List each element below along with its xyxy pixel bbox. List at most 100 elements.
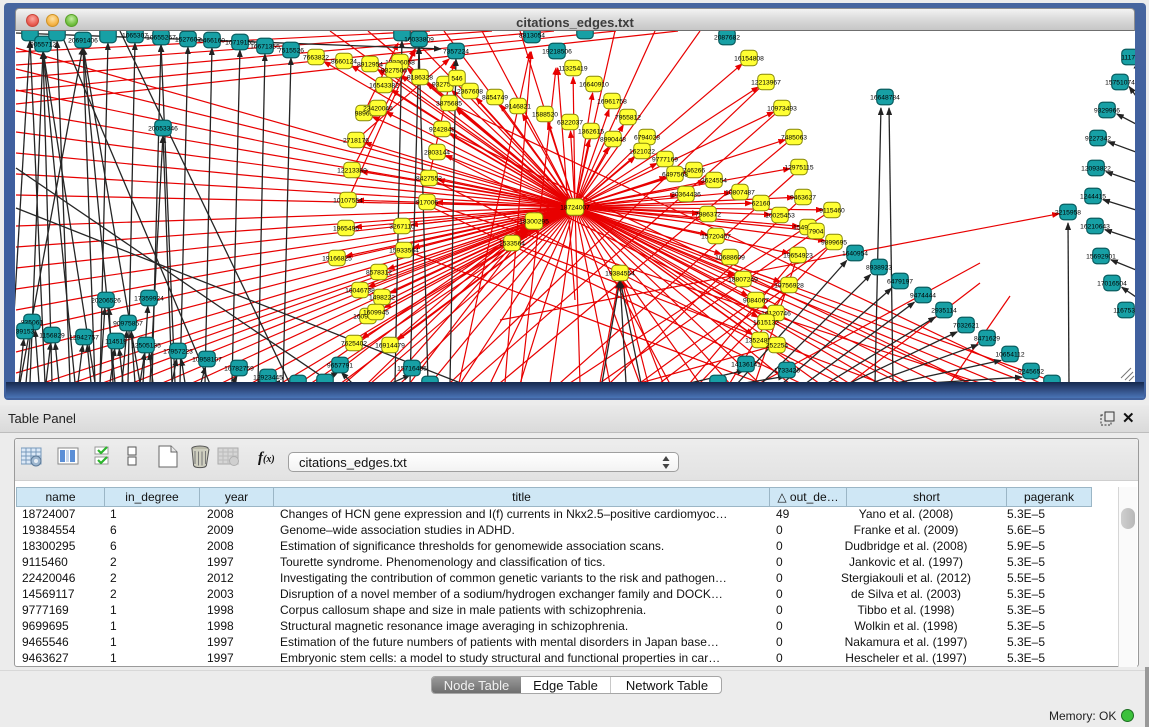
svg-text:18724007: 18724007	[560, 204, 590, 211]
svg-text:10107554: 10107554	[333, 197, 363, 204]
svg-text:12923445: 12923445	[253, 374, 283, 381]
svg-text:8427552: 8427552	[416, 175, 442, 182]
svg-text:10654112: 10654112	[995, 351, 1025, 358]
svg-text:12213389: 12213389	[337, 167, 367, 174]
svg-text:6479197: 6479197	[887, 278, 913, 285]
svg-text:16961758: 16961758	[597, 98, 627, 105]
svg-text:9242848: 9242848	[429, 126, 455, 133]
svg-text:9777169: 9777169	[652, 156, 678, 163]
svg-text:3624554: 3624554	[701, 177, 727, 184]
svg-text:8990448: 8990448	[600, 136, 626, 143]
svg-text:16782759: 16782759	[224, 365, 254, 372]
svg-text:11325419: 11325419	[558, 65, 588, 72]
svg-text:10688609: 10688609	[715, 254, 745, 261]
svg-text:15751074: 15751074	[1105, 79, 1135, 86]
svg-text:7904: 7904	[809, 228, 824, 235]
svg-text:1167533: 1167533	[1113, 307, 1135, 314]
svg-text:1588520: 1588520	[532, 111, 558, 118]
svg-text:2087682: 2087682	[714, 34, 740, 41]
svg-text:10655267: 10655267	[146, 34, 176, 41]
svg-text:19218506: 19218506	[542, 48, 572, 55]
svg-text:546: 546	[451, 75, 462, 82]
svg-text:16543382: 16543382	[369, 82, 399, 89]
svg-text:917006: 917006	[416, 199, 439, 206]
svg-text:19756928: 19756928	[774, 282, 804, 289]
svg-text:3875685: 3875685	[436, 100, 462, 107]
svg-text:12975115: 12975115	[784, 164, 814, 171]
svg-text:1527602: 1527602	[175, 36, 201, 43]
svg-text:1065307: 1065307	[122, 32, 148, 39]
svg-text:1965496: 1965496	[333, 225, 359, 232]
svg-text:17359924: 17359924	[134, 295, 164, 302]
svg-text:8912954: 8912954	[357, 61, 383, 68]
svg-text:(x): (x)	[263, 454, 275, 465]
svg-text:9329966: 9329966	[1094, 107, 1120, 114]
svg-text:10807487: 10807487	[725, 189, 755, 196]
svg-text:8471629: 8471629	[974, 335, 1000, 342]
svg-text:20691406: 20691406	[68, 37, 98, 44]
svg-text:2718176: 2718176	[343, 137, 369, 144]
svg-text:7986372: 7986372	[695, 211, 721, 218]
svg-text:15720407: 15720407	[701, 233, 731, 240]
svg-text:114519: 114519	[105, 338, 127, 345]
svg-text:1609945: 1609945	[363, 309, 389, 316]
svg-text:9055712: 9055712	[30, 41, 56, 48]
svg-text:9463627: 9463627	[790, 194, 816, 201]
svg-text:7625402: 7625402	[341, 340, 367, 347]
svg-text:8813054: 8813054	[519, 32, 545, 39]
svg-text:19654923: 19654923	[783, 252, 813, 259]
svg-text:3267110: 3267110	[389, 223, 415, 230]
svg-text:8938923: 8938923	[866, 264, 892, 271]
svg-text:20206526: 20206526	[91, 297, 121, 304]
svg-text:2935114: 2935114	[931, 307, 957, 314]
svg-text:9899695: 9899695	[821, 239, 847, 246]
svg-text:19384554: 19384554	[605, 270, 635, 277]
svg-text:17957223: 17957223	[163, 348, 193, 355]
svg-text:18300295: 18300295	[519, 218, 549, 225]
svg-text:7515526: 7515526	[278, 47, 304, 54]
svg-text:8578312: 8578312	[366, 269, 392, 276]
svg-text:1362615: 1362615	[578, 128, 604, 135]
svg-text:17016504: 17016504	[1097, 280, 1127, 287]
svg-text:12942757: 12942757	[69, 334, 99, 341]
svg-text:1156829: 1156829	[39, 332, 65, 339]
svg-text:16671355: 16671355	[250, 43, 280, 50]
svg-text:10958107: 10958107	[192, 356, 222, 363]
svg-text:9657791: 9657791	[327, 362, 353, 369]
svg-text:9115460: 9115460	[819, 207, 845, 214]
svg-text:9474444: 9474444	[910, 292, 936, 299]
svg-text:7032621: 7032621	[953, 322, 979, 329]
svg-text:7485063: 7485063	[781, 134, 807, 141]
svg-text:90975857: 90975857	[113, 320, 143, 327]
svg-text:15716485: 15716485	[397, 365, 427, 372]
svg-text:252254: 252254	[766, 342, 789, 349]
svg-text:12093822: 12093822	[1081, 165, 1111, 172]
svg-text:3215958: 3215958	[1055, 209, 1081, 216]
svg-text:1640954: 1640954	[842, 250, 868, 257]
svg-text:9227342: 9227342	[1085, 135, 1111, 142]
svg-text:39153: 39153	[16, 328, 35, 335]
svg-text:2367608: 2367608	[457, 88, 483, 95]
svg-text:12505135: 12505135	[131, 342, 161, 349]
svg-text:16033809: 16033809	[404, 36, 434, 43]
svg-text:10025453: 10025453	[765, 212, 795, 219]
svg-text:20053346: 20053346	[148, 125, 178, 132]
svg-text:1533564: 1533564	[499, 240, 525, 247]
svg-text:16648784: 16648784	[870, 94, 900, 101]
svg-text:18807249: 18807249	[728, 276, 758, 283]
svg-text:7955812: 7955812	[615, 114, 641, 121]
svg-text:62160: 62160	[752, 200, 771, 207]
svg-text:9146821: 9146821	[505, 103, 531, 110]
svg-text:1615132: 1615132	[753, 319, 779, 326]
svg-text:16640910: 16640910	[579, 81, 609, 88]
svg-text:7663822: 7663822	[303, 54, 329, 61]
svg-text:20364436: 20364436	[671, 191, 701, 198]
svg-text:1244415: 1244415	[1080, 193, 1106, 200]
svg-text:1498222: 1498222	[369, 294, 395, 301]
svg-text:1621022: 1621022	[629, 148, 655, 155]
svg-text:12213967: 12213967	[751, 79, 781, 86]
svg-text:10973493: 10973493	[767, 105, 797, 112]
svg-text:2803144: 2803144	[424, 149, 450, 156]
svg-text:16210643: 16210643	[1080, 223, 1110, 230]
svg-text:6322037: 6322037	[557, 119, 583, 126]
